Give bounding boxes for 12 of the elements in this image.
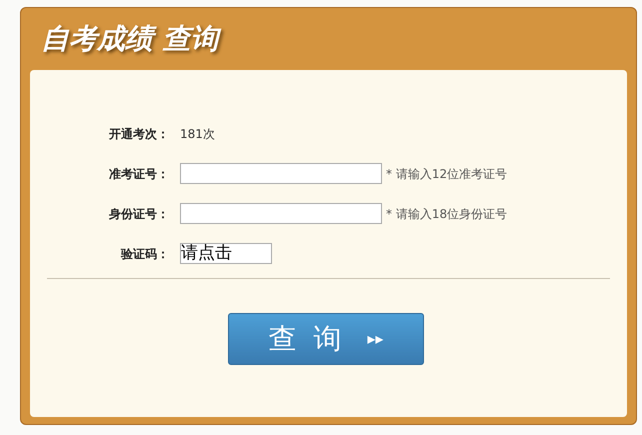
page-title: 自考成绩 查询 <box>41 18 219 60</box>
field-label: 验证码： <box>121 246 169 262</box>
input-field[interactable] <box>180 163 382 184</box>
field-label: 准考证号： <box>109 166 169 182</box>
query-button[interactable]: 查询 ▸▸ <box>228 313 424 365</box>
field-hint: * 请输入12位准考证号 <box>386 166 508 182</box>
field-hint: * 请输入18位身份证号 <box>386 206 508 222</box>
input-field[interactable] <box>180 203 382 224</box>
field-label: 身份证号： <box>109 206 169 222</box>
exam-count: 181次 <box>180 126 215 142</box>
captcha-box[interactable]: 请点击 <box>180 243 272 264</box>
field-label: 开通考次： <box>109 126 169 142</box>
